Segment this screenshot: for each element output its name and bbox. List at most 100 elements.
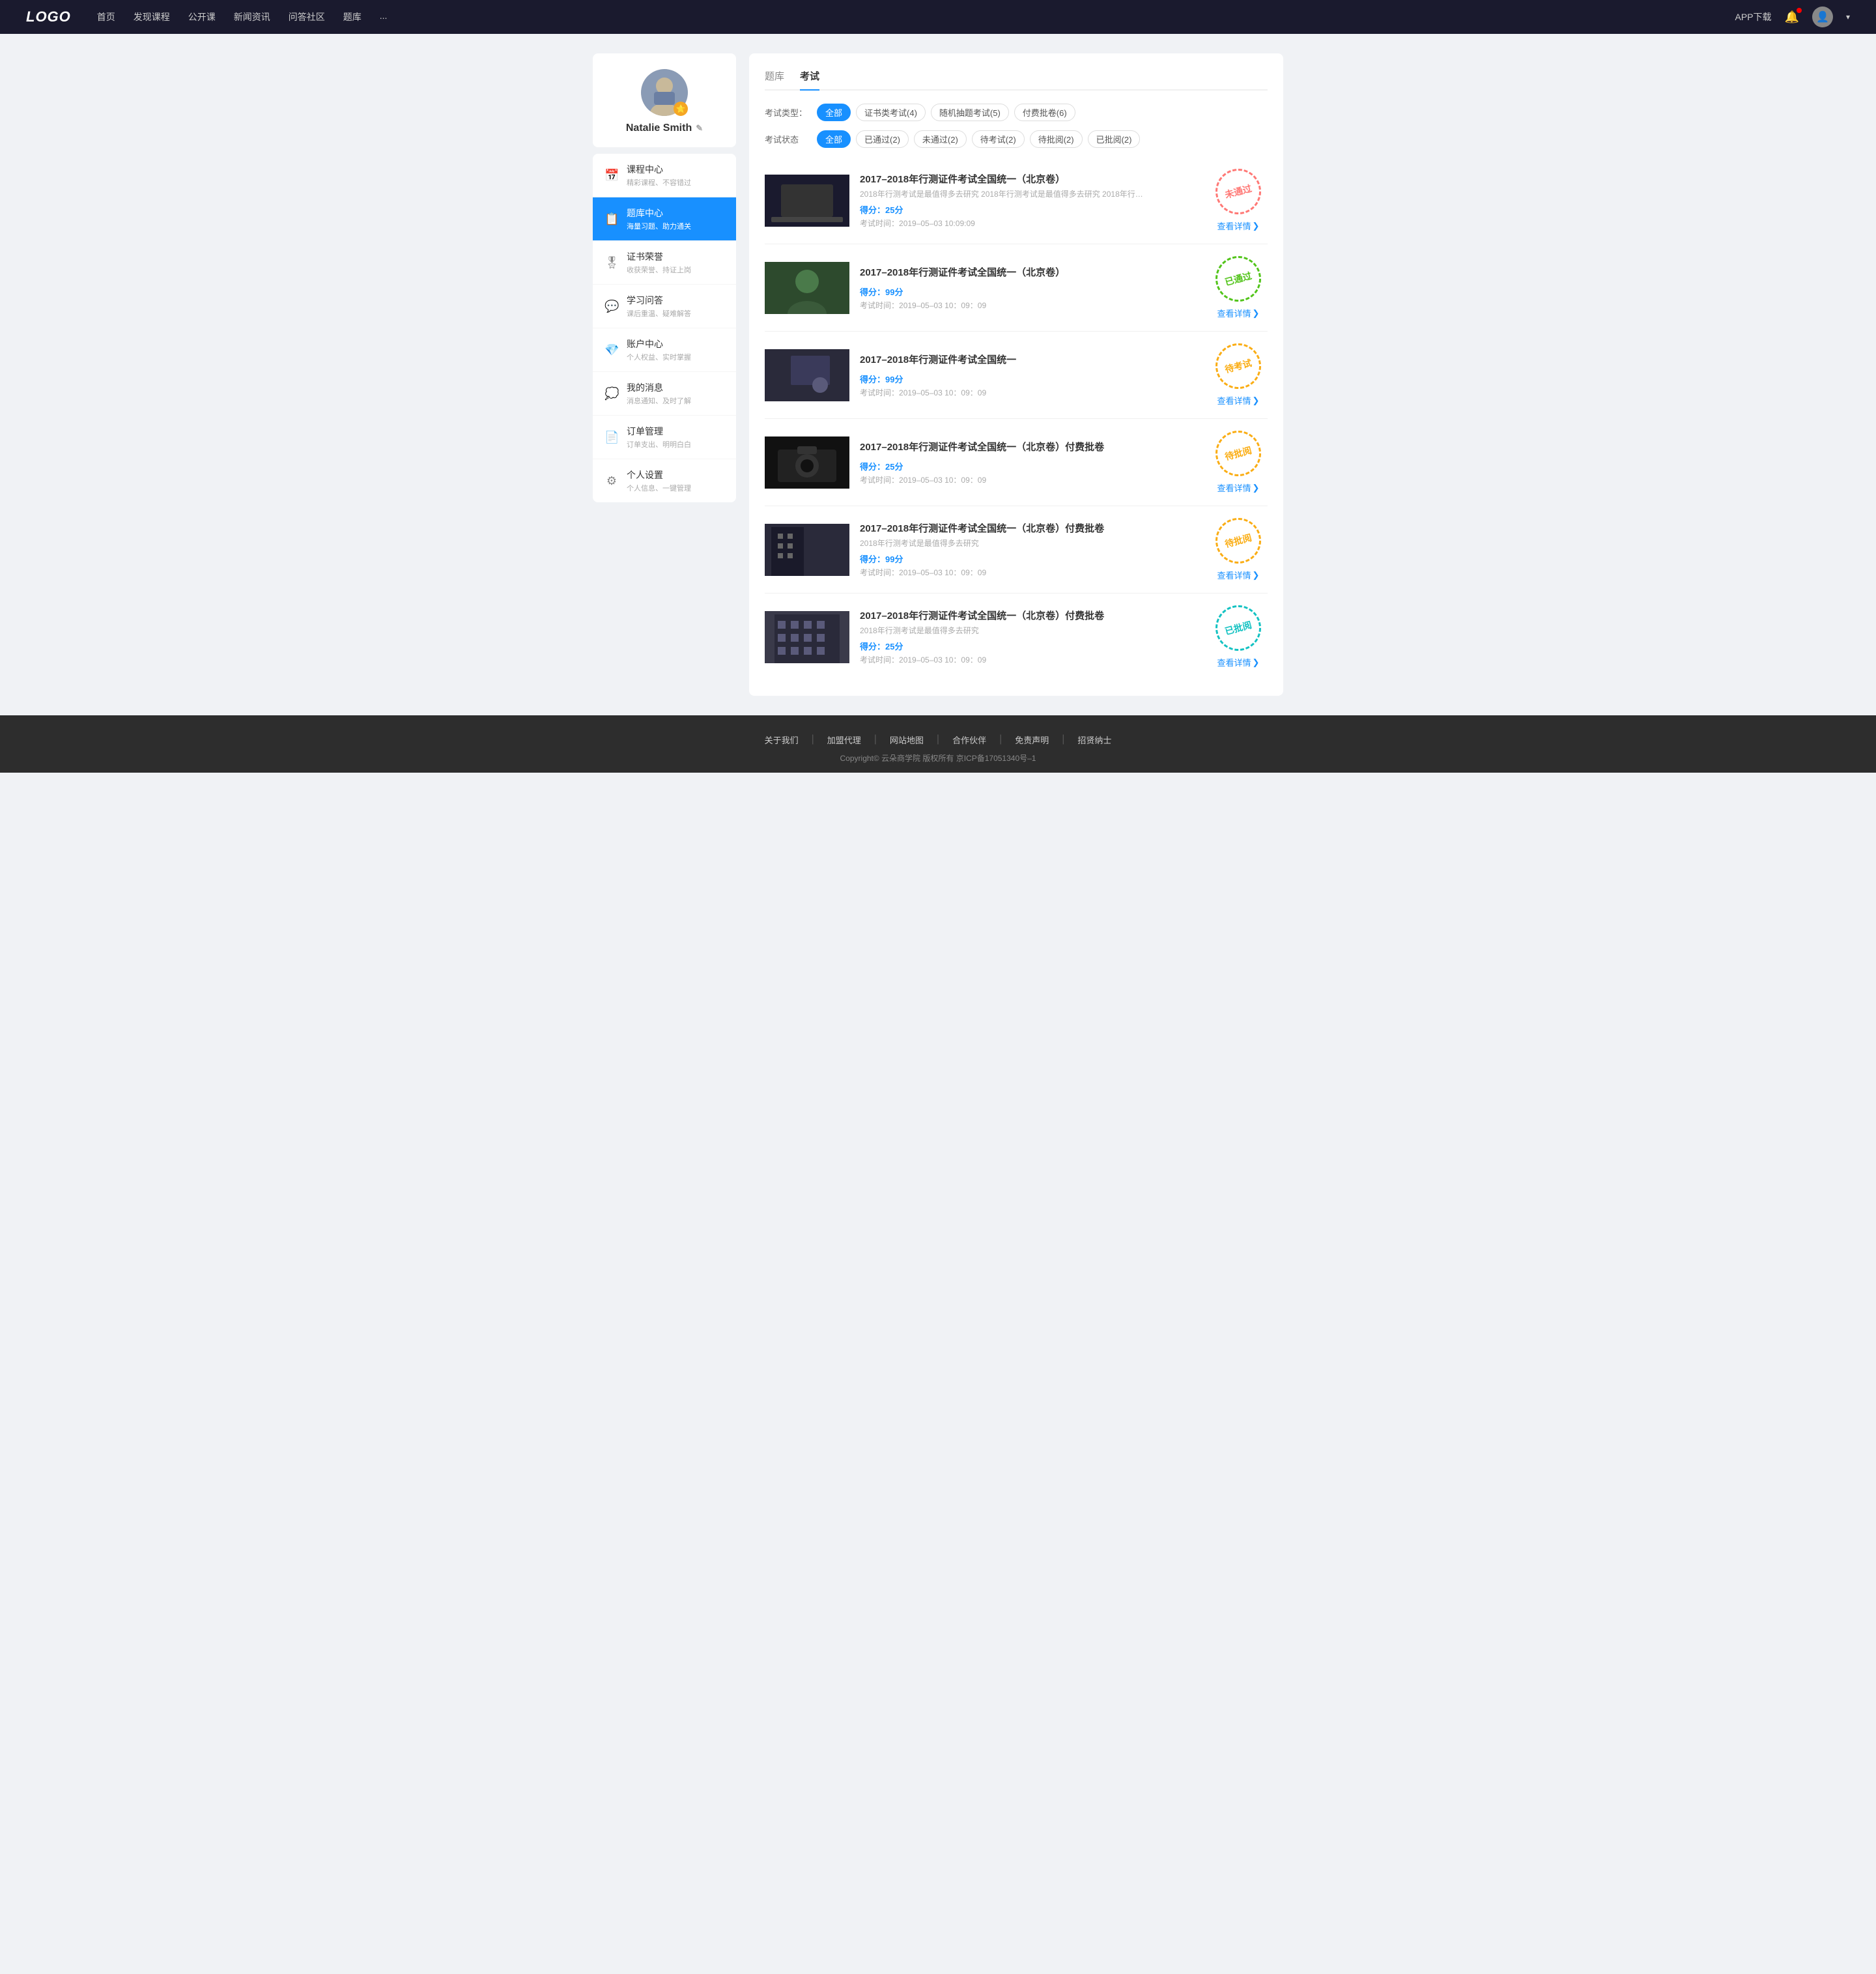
edit-icon[interactable]: ✎	[696, 123, 703, 134]
question-bank-sublabel: 海量习题、助力通关	[627, 221, 724, 231]
filter-status-failed[interactable]: 未通过(2)	[914, 130, 967, 148]
sidebar-item-orders[interactable]: 📄 订单管理 订单支出、明明白白	[593, 416, 736, 459]
filter-tag-paid-type[interactable]: 付费批卷(6)	[1014, 104, 1075, 121]
exam-thumbnail	[765, 262, 849, 314]
exam-title: 2017–2018年行测证件考试全国统一（北京卷）	[860, 265, 1199, 279]
sidebar-profile: ⭐ Natalie Smith ✎	[593, 53, 736, 147]
exam-time: 考试时间：2019–05–03 10：09：09	[860, 654, 1199, 665]
exam-time: 考试时间：2019–05–03 10:09:09	[860, 218, 1199, 229]
filter-status-label: 考试状态	[765, 133, 810, 145]
certificate-label: 证书荣誉	[627, 250, 724, 263]
exam-detail-link[interactable]: 查看详情 ❯	[1217, 656, 1260, 668]
exam-title: 2017–2018年行测证件考试全国统一（北京卷）	[860, 172, 1199, 186]
exam-stamp: 待批阅	[1210, 425, 1266, 481]
exam-desc: 2018年行测考试是最值得多去研究	[860, 537, 1199, 549]
nav-open-course[interactable]: 公开课	[188, 10, 216, 23]
nav-question-bank[interactable]: 题库	[343, 10, 362, 23]
footer-jobs[interactable]: 招贤纳士	[1077, 734, 1111, 746]
main-container: ⭐ Natalie Smith ✎ 📅 课程中心 精彩课程、不容错过 📋 题库中…	[580, 53, 1296, 696]
filter-status-reviewed[interactable]: 已批阅(2)	[1088, 130, 1141, 148]
content-tabs: 题库 考试	[765, 69, 1268, 91]
exam-time: 考试时间：2019–05–03 10：09：09	[860, 567, 1199, 578]
exam-stamp: 已通过	[1210, 251, 1266, 307]
sidebar-item-question-bank[interactable]: 📋 题库中心 海量习题、助力通关	[593, 197, 736, 241]
filter-tag-random-type[interactable]: 随机抽题考试(5)	[931, 104, 1009, 121]
exam-status: 待批阅 查看详情 ❯	[1209, 431, 1268, 494]
exam-list: 2017–2018年行测证件考试全国统一（北京卷） 2018年行测考试是最值得多…	[765, 157, 1268, 680]
chevron-down-icon[interactable]: ▾	[1846, 12, 1850, 21]
exam-detail-link[interactable]: 查看详情 ❯	[1217, 220, 1260, 232]
footer-links: 关于我们 | 加盟代理 | 网站地图 | 合作伙伴 | 免责声明 | 招贤纳士	[0, 734, 1876, 746]
filter-tag-all-type[interactable]: 全部	[817, 104, 851, 121]
exam-time: 考试时间：2019–05–03 10：09：09	[860, 474, 1199, 485]
sidebar-item-settings[interactable]: ⚙ 个人设置 个人信息、一键管理	[593, 459, 736, 502]
nav-home[interactable]: 首页	[97, 10, 115, 23]
app-download-link[interactable]: APP下载	[1735, 10, 1772, 23]
tab-question-bank[interactable]: 题库	[765, 69, 784, 89]
qa-sublabel: 课后重温、疑难解答	[627, 308, 724, 319]
exam-card: 2017–2018年行测证件考试全国统一（北京卷）付费批卷 2018年行测考试是…	[765, 594, 1268, 680]
exam-stamp: 已批阅	[1210, 600, 1266, 656]
exam-info: 2017–2018年行测证件考试全国统一（北京卷） 得分：99分 考试时间：20…	[860, 265, 1199, 311]
exam-detail-link[interactable]: 查看详情 ❯	[1217, 569, 1260, 581]
sidebar-item-course[interactable]: 📅 课程中心 精彩课程、不容错过	[593, 154, 736, 197]
exam-time: 考试时间：2019–05–03 10：09：09	[860, 300, 1199, 311]
exam-status: 已批阅 查看详情 ❯	[1209, 605, 1268, 668]
sidebar-item-qa[interactable]: 💬 学习问答 课后重温、疑难解答	[593, 285, 736, 328]
filter-status-pending-review[interactable]: 待批阅(2)	[1030, 130, 1083, 148]
filter-tag-certificate-type[interactable]: 证书类考试(4)	[856, 104, 926, 121]
footer-about[interactable]: 关于我们	[765, 734, 799, 746]
account-label: 账户中心	[627, 337, 724, 350]
exam-title: 2017–2018年行测证件考试全国统一（北京卷）付费批卷	[860, 521, 1199, 535]
exam-card: 2017–2018年行测证件考试全国统一（北京卷） 2018年行测考试是最值得多…	[765, 157, 1268, 244]
exam-desc: 2018年行测考试是最值得多去研究	[860, 625, 1199, 636]
account-icon: 💎	[604, 343, 619, 357]
question-bank-label: 题库中心	[627, 207, 724, 220]
footer-sitemap[interactable]: 网站地图	[890, 734, 924, 746]
exam-detail-link[interactable]: 查看详情 ❯	[1217, 481, 1260, 494]
exam-info: 2017–2018年行测证件考试全国统一（北京卷） 2018年行测考试是最值得多…	[860, 172, 1199, 229]
footer-partners[interactable]: 合作伙伴	[952, 734, 986, 746]
settings-sublabel: 个人信息、一键管理	[627, 483, 724, 493]
filter-status-pending-exam[interactable]: 待考试(2)	[972, 130, 1025, 148]
nav-more[interactable]: ...	[380, 10, 388, 23]
footer-franchise[interactable]: 加盟代理	[827, 734, 861, 746]
course-icon: 📅	[604, 169, 619, 182]
exam-detail-link[interactable]: 查看详情 ❯	[1217, 307, 1260, 319]
sidebar-item-account[interactable]: 💎 账户中心 个人权益、实时掌握	[593, 328, 736, 372]
exam-score: 得分：25分	[860, 460, 1199, 472]
sidebar-item-messages[interactable]: 💭 我的消息 消息通知、及时了解	[593, 372, 736, 416]
sidebar-username: Natalie Smith ✎	[603, 122, 726, 134]
nav-qa[interactable]: 问答社区	[289, 10, 325, 23]
exam-score: 得分：99分	[860, 373, 1199, 385]
exam-card: 2017–2018年行测证件考试全国统一 得分：99分 考试时间：2019–05…	[765, 332, 1268, 419]
footer-disclaimer[interactable]: 免责声明	[1015, 734, 1049, 746]
exam-status: 待考试 查看详情 ❯	[1209, 343, 1268, 407]
exam-card: 2017–2018年行测证件考试全国统一（北京卷）付费批卷 得分：25分 考试时…	[765, 419, 1268, 506]
exam-thumbnail	[765, 349, 849, 401]
notification-bell[interactable]: 🔔	[1785, 10, 1799, 24]
exam-status: 待批阅 查看详情 ❯	[1209, 518, 1268, 581]
chevron-right-icon: ❯	[1253, 657, 1260, 668]
chevron-right-icon: ❯	[1253, 395, 1260, 406]
nav-news[interactable]: 新闻资讯	[234, 10, 270, 23]
footer: 关于我们 | 加盟代理 | 网站地图 | 合作伙伴 | 免责声明 | 招贤纳士 …	[0, 715, 1876, 773]
navbar: LOGO 首页 发现课程 公开课 新闻资讯 问答社区 题库 ... APP下载 …	[0, 0, 1876, 34]
logo[interactable]: LOGO	[26, 8, 71, 25]
exam-status: 未通过 查看详情 ❯	[1209, 169, 1268, 232]
exam-thumbnail	[765, 175, 849, 227]
filter-status-all[interactable]: 全部	[817, 130, 851, 148]
filter-type-label: 考试类型：	[765, 106, 810, 119]
tab-exam[interactable]: 考试	[800, 69, 819, 89]
exam-card: 2017–2018年行测证件考试全国统一（北京卷） 得分：99分 考试时间：20…	[765, 244, 1268, 332]
filter-type-row: 考试类型： 全部 证书类考试(4) 随机抽题考试(5) 付费批卷(6)	[765, 104, 1268, 121]
badge-icon: ⭐	[674, 102, 688, 116]
chevron-right-icon: ❯	[1253, 570, 1260, 580]
sidebar-item-certificate[interactable]: 🎖 证书荣誉 收获荣誉、持证上岗	[593, 241, 736, 285]
nav-discover[interactable]: 发现课程	[134, 10, 170, 23]
filter-status-passed[interactable]: 已通过(2)	[856, 130, 909, 148]
navbar-right: APP下载 🔔 👤 ▾	[1735, 7, 1850, 27]
avatar[interactable]: 👤	[1812, 7, 1833, 27]
exam-status: 已通过 查看详情 ❯	[1209, 256, 1268, 319]
exam-detail-link[interactable]: 查看详情 ❯	[1217, 394, 1260, 407]
